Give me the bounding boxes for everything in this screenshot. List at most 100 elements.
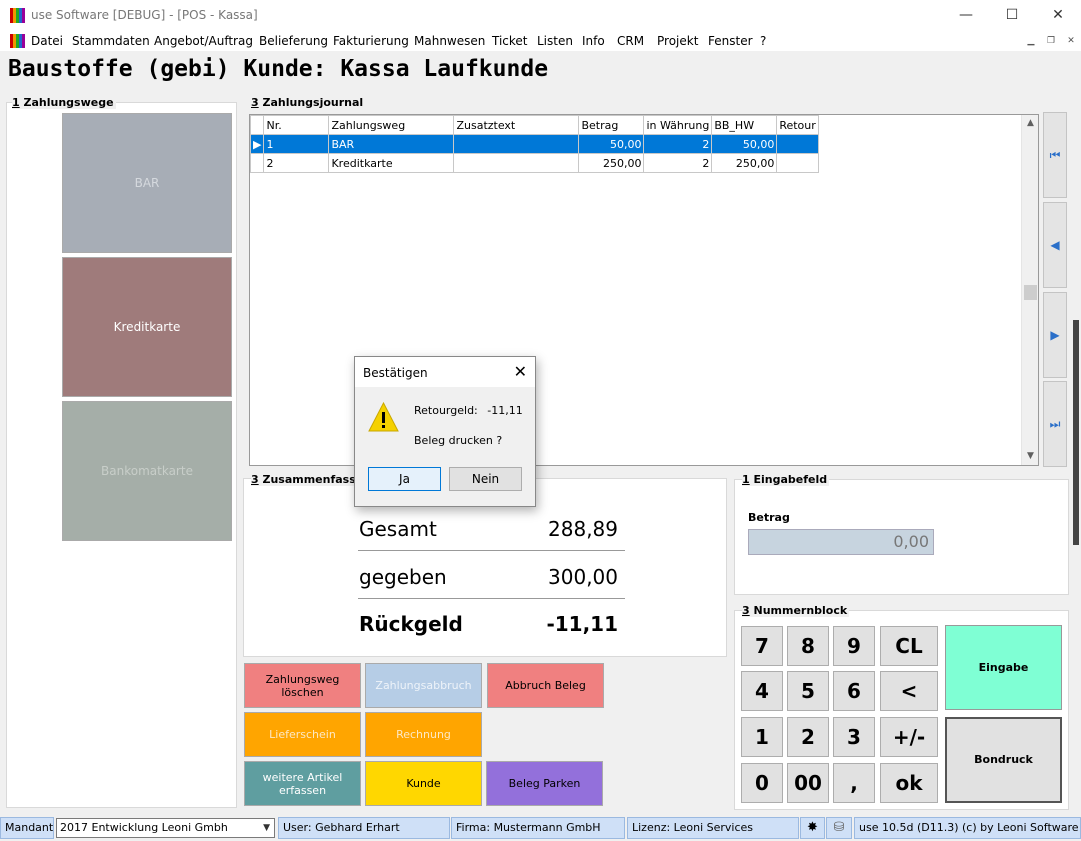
menu-fakturierung[interactable]: Fakturierung bbox=[333, 34, 409, 48]
splitter-handle[interactable] bbox=[1073, 320, 1079, 545]
payment-tile-label: Bankomatkarte bbox=[101, 464, 193, 478]
menu-angebot-auftrag[interactable]: Angebot/Auftrag bbox=[154, 34, 253, 48]
cell-retour[interactable] bbox=[776, 153, 819, 173]
firma-status: Firma: Mustermann GmbH bbox=[451, 817, 625, 839]
cell-zusatztext[interactable] bbox=[453, 153, 580, 173]
menu-crm[interactable]: CRM bbox=[617, 34, 644, 48]
summary-label: 3 Zusammenfassu bbox=[251, 473, 366, 486]
dialog-yes-button[interactable]: Ja bbox=[368, 467, 441, 491]
mandant-label: Mandant bbox=[0, 817, 54, 839]
menu-help[interactable]: ? bbox=[760, 34, 766, 48]
menu-belieferung[interactable]: Belieferung bbox=[259, 34, 328, 48]
scroll-thumb[interactable] bbox=[1024, 285, 1037, 300]
abbruch-beleg-button[interactable]: Abbruch Beleg bbox=[487, 663, 604, 708]
nav-first-button[interactable]: ⏮ bbox=[1043, 112, 1067, 198]
cell-bb-hw[interactable]: 250,00 bbox=[711, 153, 778, 173]
num-key-backspace[interactable]: < bbox=[880, 671, 938, 711]
column-header-zusatztext[interactable]: Zusatztext bbox=[453, 115, 580, 135]
betrag-input[interactable]: 0,00 bbox=[748, 529, 934, 555]
journal-scrollbar[interactable]: ▲ ▼ bbox=[1021, 115, 1038, 465]
payment-tile-kreditkarte[interactable]: Kreditkarte bbox=[62, 257, 232, 397]
num-key-9[interactable]: 9 bbox=[833, 626, 875, 666]
cell-betrag[interactable]: 250,00 bbox=[578, 153, 645, 173]
cell-betrag[interactable]: 50,00 bbox=[578, 134, 645, 154]
column-header-nr[interactable]: Nr. bbox=[263, 115, 330, 135]
nav-last-button[interactable]: ⏭ bbox=[1043, 381, 1067, 467]
mdi-restore-icon[interactable]: ❐ bbox=[1044, 34, 1058, 48]
maximize-button[interactable]: ☐ bbox=[989, 0, 1035, 31]
column-header-waehrung[interactable]: in Währung bbox=[643, 115, 713, 135]
num-key-2[interactable]: 2 bbox=[787, 717, 829, 757]
eingabe-button[interactable]: Eingabe bbox=[945, 625, 1062, 710]
cell-bb-hw[interactable]: 50,00 bbox=[711, 134, 778, 154]
num-key-1[interactable]: 1 bbox=[741, 717, 783, 757]
nav-next-button[interactable]: ▶ bbox=[1043, 292, 1067, 378]
zahlungsweg-loeschen-button[interactable]: Zahlungsweg löschen bbox=[244, 663, 361, 708]
mdi-minimize-icon[interactable]: ▁ bbox=[1024, 34, 1038, 48]
num-key-comma[interactable]: , bbox=[833, 763, 875, 803]
num-key-ok[interactable]: ok bbox=[880, 763, 938, 803]
gegeben-value: 300,00 bbox=[548, 565, 618, 589]
column-header-bb-hw[interactable]: BB_HW bbox=[711, 115, 778, 135]
menu-mahnwesen[interactable]: Mahnwesen bbox=[414, 34, 485, 48]
menu-fenster[interactable]: Fenster bbox=[708, 34, 753, 48]
cell-zusatztext[interactable] bbox=[453, 134, 580, 154]
chevron-down-icon[interactable]: ▼ bbox=[263, 819, 270, 837]
num-key-plus-minus[interactable]: +/- bbox=[880, 717, 938, 757]
num-key-7[interactable]: 7 bbox=[741, 626, 783, 666]
menu-info[interactable]: Info bbox=[582, 34, 605, 48]
zahlungsabbruch-button[interactable]: Zahlungsabbruch bbox=[365, 663, 482, 708]
num-key-0[interactable]: 0 bbox=[741, 763, 783, 803]
num-key-5[interactable]: 5 bbox=[787, 671, 829, 711]
menu-stammdaten[interactable]: Stammdaten bbox=[72, 34, 150, 48]
menu-projekt[interactable]: Projekt bbox=[657, 34, 698, 48]
document-icon[interactable] bbox=[10, 34, 25, 48]
cell-waehrung[interactable]: 2 bbox=[643, 134, 713, 154]
dialog-close-icon[interactable]: ✕ bbox=[514, 362, 527, 381]
row-indicator bbox=[249, 153, 265, 173]
lieferschein-button[interactable]: Lieferschein bbox=[244, 712, 361, 757]
cell-waehrung[interactable]: 2 bbox=[643, 153, 713, 173]
column-header-betrag[interactable]: Betrag bbox=[578, 115, 645, 135]
mandant-value: 2017 Entwicklung Leoni Gmbh bbox=[60, 821, 228, 834]
dialog-no-button[interactable]: Nein bbox=[449, 467, 522, 491]
cell-zahlungsweg[interactable]: Kreditkarte bbox=[328, 153, 455, 173]
eingabefeld-label: 1 Eingabefeld bbox=[742, 473, 830, 486]
cell-zahlungsweg[interactable]: BAR bbox=[328, 134, 455, 154]
close-button[interactable]: ✕ bbox=[1035, 0, 1081, 31]
coins-icon[interactable]: ⛁ bbox=[826, 817, 852, 839]
menu-listen[interactable]: Listen bbox=[537, 34, 573, 48]
scroll-up-icon[interactable]: ▲ bbox=[1022, 115, 1039, 132]
cell-retour[interactable] bbox=[776, 134, 819, 154]
menu-datei[interactable]: Datei bbox=[31, 34, 63, 48]
sun-icon[interactable]: ✸ bbox=[800, 817, 825, 839]
minimize-button[interactable]: — bbox=[943, 0, 989, 31]
num-key-8[interactable]: 8 bbox=[787, 626, 829, 666]
beleg-parken-button[interactable]: Beleg Parken bbox=[486, 761, 603, 806]
mdi-close-icon[interactable]: ✕ bbox=[1064, 34, 1078, 48]
num-key-00[interactable]: 00 bbox=[787, 763, 829, 803]
menu-ticket[interactable]: Ticket bbox=[492, 34, 528, 48]
scroll-down-icon[interactable]: ▼ bbox=[1022, 448, 1039, 465]
kunde-button[interactable]: Kunde bbox=[365, 761, 482, 806]
num-key-6[interactable]: 6 bbox=[833, 671, 875, 711]
column-header-zahlungsweg[interactable]: Zahlungsweg bbox=[328, 115, 455, 135]
nav-prev-button[interactable]: ◀ bbox=[1043, 202, 1067, 288]
payment-tile-bankomatkarte[interactable]: Bankomatkarte bbox=[62, 401, 232, 541]
payment-tile-bar[interactable]: BAR bbox=[62, 113, 232, 253]
num-key-3[interactable]: 3 bbox=[833, 717, 875, 757]
cell-nr[interactable]: 2 bbox=[263, 153, 330, 173]
status-bar: Mandant 2017 Entwicklung Leoni Gmbh ▼ Us… bbox=[0, 816, 1081, 841]
table-row[interactable]: 2 Kreditkarte 250,00 2 250,00 bbox=[249, 153, 819, 173]
zahlungsjournal-label: 3 Zahlungsjournal bbox=[251, 96, 366, 109]
rechnung-button[interactable]: Rechnung bbox=[365, 712, 482, 757]
num-key-4[interactable]: 4 bbox=[741, 671, 783, 711]
table-header-row: Nr. Zahlungsweg Zusatztext Betrag in Wäh… bbox=[249, 115, 819, 135]
column-header-retour[interactable]: Retour bbox=[776, 115, 819, 135]
weitere-artikel-button[interactable]: weitere Artikel erfassen bbox=[244, 761, 361, 806]
bondruck-button[interactable]: Bondruck bbox=[945, 717, 1062, 803]
num-key-clear[interactable]: CL bbox=[880, 626, 938, 666]
cell-nr[interactable]: 1 bbox=[263, 134, 330, 154]
table-row[interactable]: ▶ 1 BAR 50,00 2 50,00 bbox=[249, 134, 819, 154]
mandant-select[interactable]: 2017 Entwicklung Leoni Gmbh ▼ bbox=[56, 818, 275, 838]
